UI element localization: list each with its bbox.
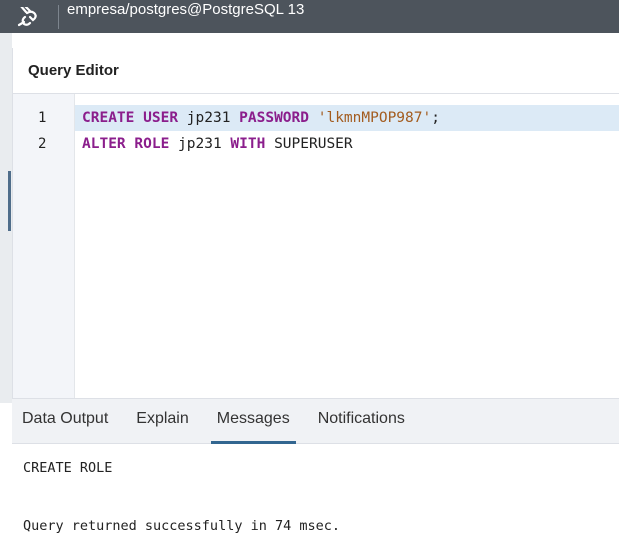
sql-keyword: ROLE <box>134 136 170 152</box>
line-number-gutter: 12 <box>13 94 75 398</box>
splitter-handle[interactable] <box>8 171 11 231</box>
sql-text: ; <box>431 110 440 126</box>
message-query-result: Query returned successfully in 74 msec. <box>23 518 340 534</box>
line-number: 1 <box>38 110 47 126</box>
sql-keyword: PASSWORD <box>239 110 309 126</box>
connection-separator <box>58 4 59 29</box>
query-editor-panel: Query Editor 12 CREATE USER jp231 PASSWO… <box>12 48 619 398</box>
code-line[interactable]: CREATE USER jp231 PASSWORD 'lkmnMPOP987'… <box>75 105 619 131</box>
tab-messages[interactable]: Messages <box>210 399 302 444</box>
sql-text: jp231 <box>169 136 231 152</box>
message-gap <box>23 478 619 516</box>
plug-icon[interactable] <box>0 0 58 33</box>
message-create-role: CREATE ROLE <box>23 460 113 476</box>
code-editor[interactable]: 12 CREATE USER jp231 PASSWORD 'lkmnMPOP9… <box>13 94 619 398</box>
sql-text: jp231 <box>178 110 240 126</box>
pgadmin-query-tool: empresa/postgres@PostgreSQL 13 Query Edi… <box>0 0 619 560</box>
code-line[interactable]: ALTER ROLE jp231 WITH SUPERUSER <box>75 131 619 157</box>
sql-keyword: USER <box>143 110 179 126</box>
sql-keyword: ALTER <box>82 136 126 152</box>
sql-keyword: CREATE <box>82 110 135 126</box>
connection-bar: empresa/postgres@PostgreSQL 13 <box>0 0 619 33</box>
tab-data-output[interactable]: Data Output <box>22 399 120 443</box>
left-panel-edge <box>0 33 12 403</box>
tab-notifications[interactable]: Notifications <box>318 399 417 443</box>
tab-explain[interactable]: Explain <box>136 399 200 443</box>
line-number: 2 <box>38 136 47 152</box>
code-area[interactable]: CREATE USER jp231 PASSWORD 'lkmnMPOP987'… <box>75 94 619 398</box>
sql-string: 'lkmnMPOP987' <box>317 110 432 126</box>
output-tab-bar: Data Output Explain Messages Notifications <box>12 398 619 444</box>
connection-label[interactable]: empresa/postgres@PostgreSQL 13 <box>67 1 304 18</box>
query-editor-title: Query Editor <box>13 48 619 94</box>
sql-text: SUPERUSER <box>265 136 353 152</box>
messages-output: CREATE ROLE Query returned successfully … <box>12 444 619 560</box>
sql-keyword: WITH <box>230 136 266 152</box>
